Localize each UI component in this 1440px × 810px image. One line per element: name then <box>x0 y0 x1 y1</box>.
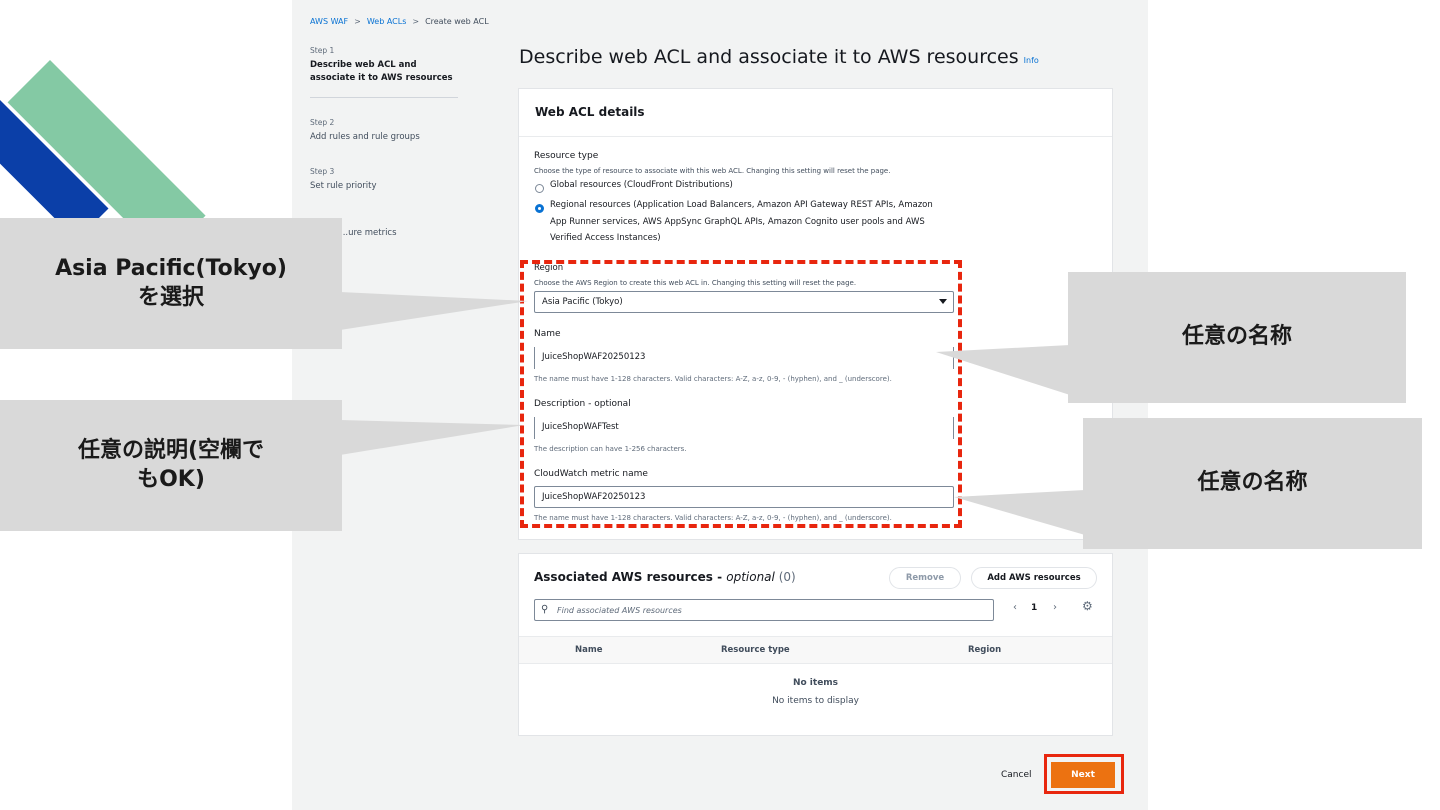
wizard-step-1[interactable]: Step 1 Describe web ACL and associate it… <box>310 46 460 85</box>
empty-desc: No items to display <box>772 696 859 706</box>
aws-console: AWS WAF > Web ACLs > Create web ACL Step 1 D… <box>292 0 1148 810</box>
step-title: Set rule priority <box>310 180 377 191</box>
callout-region: Asia Pacific(Tokyo) を選択 <box>0 218 342 349</box>
info-link[interactable]: Info <box>1024 56 1039 65</box>
wizard-step-3[interactable]: Step 3 Set rule priority <box>310 167 460 193</box>
empty-title: No items <box>792 678 839 688</box>
step-divider <box>310 97 458 99</box>
breadcrumb-aws-waf[interactable]: AWS WAF <box>310 17 348 26</box>
breadcrumb-web-acls[interactable]: Web ACLs <box>367 17 407 26</box>
callout-description: 任意の説明(空欄で もOK) <box>0 400 342 531</box>
resources-title: Associated AWS resources - optional (0) <box>534 570 796 584</box>
step-number: Step 3 <box>310 166 335 176</box>
breadcrumb-current: Create web ACL <box>425 17 489 26</box>
resources-count: (0) <box>774 570 796 584</box>
radio-regional-label: Regional resources (Application Load Bal… <box>550 200 933 244</box>
radio-global-resources[interactable] <box>535 184 544 193</box>
search-placeholder: Find associated AWS resources <box>557 606 682 615</box>
associated-resources-panel: Associated AWS resources - optional (0) … <box>518 553 1113 736</box>
panel-header: Web ACL details <box>519 89 1112 137</box>
callout-metric: 任意の名称 <box>1083 418 1422 549</box>
page-title: Describe web ACL and associate it to AWS… <box>519 46 1039 68</box>
pager-next-icon[interactable]: › <box>1053 602 1057 613</box>
resource-type-desc: Choose the type of resource to associate… <box>534 167 891 175</box>
cancel-button[interactable]: Cancel <box>1001 770 1032 780</box>
resources-optional: optional <box>726 570 775 584</box>
resource-type-label: Resource type <box>534 151 599 161</box>
highlight-dashed-frame <box>520 260 962 528</box>
page-title-text: Describe web ACL and associate it to AWS… <box>519 46 1019 68</box>
step-title: Add rules and rule groups <box>310 132 420 143</box>
column-resource-type[interactable]: Resource type <box>721 645 790 655</box>
breadcrumb: AWS WAF > Web ACLs > Create web ACL <box>310 17 489 26</box>
remove-button[interactable]: Remove <box>889 567 961 589</box>
column-name[interactable]: Name <box>575 645 602 655</box>
step-number: Step 1 <box>310 46 335 55</box>
pager-page-number[interactable]: 1 <box>1031 603 1037 613</box>
step-number: Step 2 <box>310 118 335 128</box>
callout-name: 任意の名称 <box>1068 272 1406 403</box>
next-button[interactable]: Next <box>1051 762 1115 788</box>
wizard-step-2[interactable]: Step 2 Add rules and rule groups <box>310 118 460 144</box>
chevron-right-icon: > <box>354 17 361 26</box>
search-input[interactable]: ⚲ Find associated AWS resources <box>534 599 994 621</box>
table-header: Name Resource type Region <box>519 636 1112 664</box>
search-icon: ⚲ <box>541 604 549 615</box>
resources-title-text: Associated AWS resources - <box>534 570 727 584</box>
add-aws-resources-button[interactable]: Add AWS resources <box>971 567 1097 589</box>
screenshot-slide: AWS WAF > Web ACLs > Create web ACL Step 1 D… <box>0 0 1440 810</box>
gear-icon[interactable]: ⚙ <box>1082 599 1093 613</box>
column-region[interactable]: Region <box>968 645 1001 655</box>
pager-prev-icon[interactable]: ‹ <box>1013 602 1017 613</box>
chevron-right-icon: > <box>412 17 420 26</box>
radio-regional-resources[interactable] <box>535 204 544 213</box>
step-title: Describe web ACL and associate it to AWS… <box>310 60 453 84</box>
radio-global-label: Global resources (CloudFront Distributio… <box>550 180 733 190</box>
